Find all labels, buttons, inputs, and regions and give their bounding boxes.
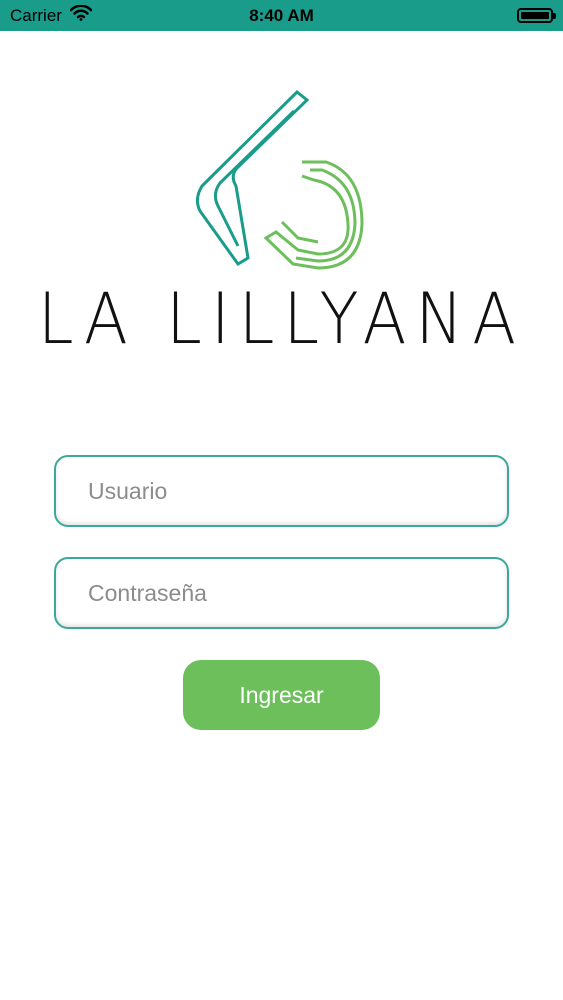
username-input[interactable] bbox=[56, 457, 507, 525]
brand-name: LA LILLYANA bbox=[37, 279, 526, 361]
status-bar-left: Carrier bbox=[10, 4, 93, 26]
status-bar-right bbox=[517, 8, 556, 23]
carrier-label: Carrier bbox=[10, 5, 62, 25]
password-field[interactable] bbox=[54, 557, 509, 629]
logo-icon bbox=[195, 89, 364, 270]
wifi-icon bbox=[69, 4, 93, 26]
battery-fill bbox=[521, 12, 549, 19]
battery-icon bbox=[517, 8, 556, 23]
password-input[interactable] bbox=[56, 559, 507, 627]
login-button[interactable]: Ingresar bbox=[183, 660, 380, 730]
username-field[interactable] bbox=[54, 455, 509, 527]
status-bar: Carrier 8:40 AM bbox=[0, 0, 563, 31]
